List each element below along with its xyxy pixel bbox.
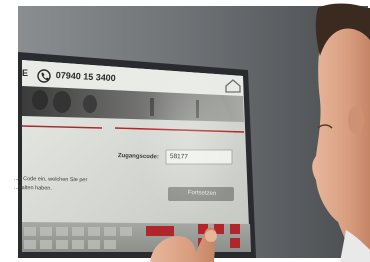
instruction-line-2: ...halten haben.: [13, 185, 52, 192]
submit-button[interactable]: [168, 187, 234, 201]
home-button[interactable]: [224, 78, 242, 94]
access-code-input[interactable]: [166, 150, 232, 164]
left-fragment: E: [22, 68, 29, 78]
on-screen-keyboard[interactable]: [22, 222, 250, 252]
instruction-line-1: ...n Code ein, welchen Sie per: [13, 176, 88, 184]
